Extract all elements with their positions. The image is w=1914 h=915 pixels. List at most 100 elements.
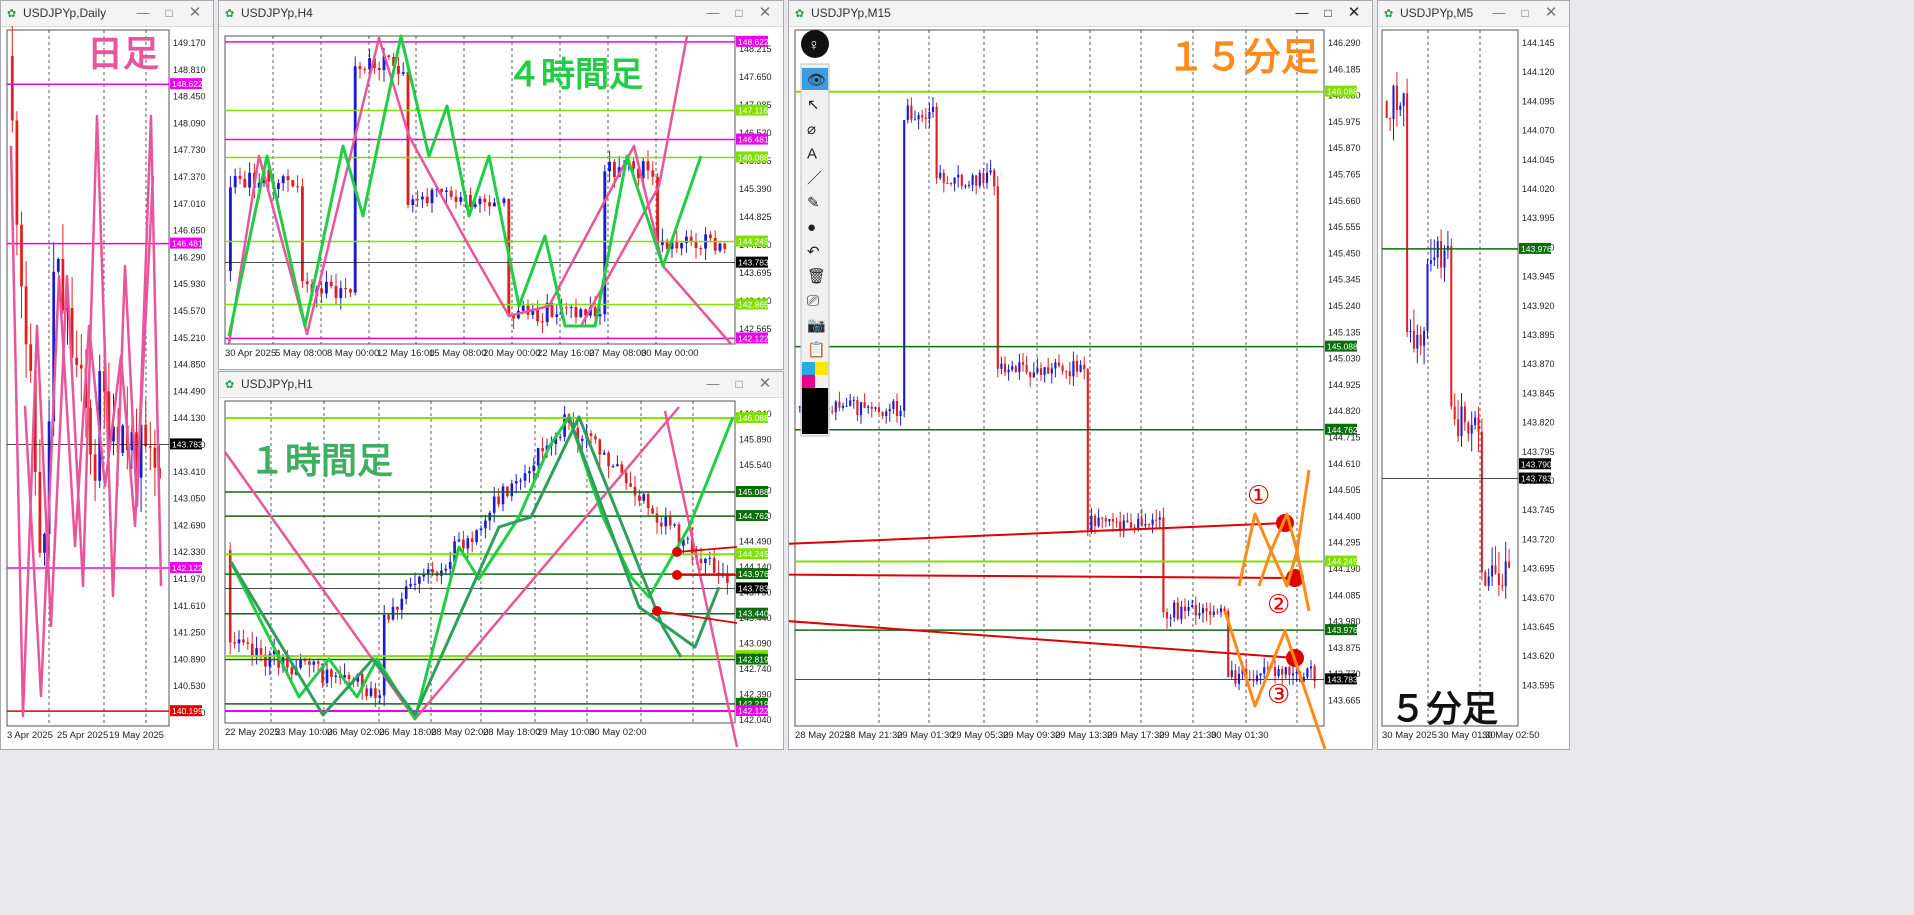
chart-window-icon: ✿ — [7, 8, 17, 20]
candle-body — [479, 528, 483, 531]
title-bar[interactable]: ✿ USDJPYp,Daily — □ ✕ — [1, 1, 213, 27]
window-h4[interactable]: ✿ USDJPYp,H4 — □ ✕ 148.215147.650147.085… — [218, 0, 784, 370]
price-label: 145.030 — [1328, 354, 1361, 364]
candle-body — [673, 524, 676, 526]
candle-body — [483, 198, 487, 203]
candle-body — [1115, 521, 1118, 523]
candle-body — [334, 286, 338, 298]
price-label: 148.810 — [173, 65, 206, 75]
candle-body — [555, 314, 559, 317]
time-label: 28 May 2025 — [795, 730, 850, 741]
candle-body — [305, 281, 309, 285]
color-swatch[interactable] — [815, 362, 828, 375]
candle-body — [1158, 517, 1161, 520]
chart-daily[interactable]: 149.170 148.810 148.450 148.090 147.730 147.3… — [1, 26, 213, 749]
hide-icon[interactable]: 👁 — [807, 72, 826, 89]
candle-body — [713, 238, 717, 251]
window-title: USDJPYp,M5 — [1400, 6, 1474, 20]
minimize-button[interactable]: — — [131, 3, 155, 23]
maximize-button[interactable]: □ — [727, 374, 751, 394]
chart-h1[interactable]: 146.240145.890145.540145.190144.840144.4… — [219, 397, 783, 749]
close-button[interactable]: ✕ — [1342, 3, 1366, 23]
title-bar[interactable]: ✿ USDJPYp,H4 — □ ✕ — [219, 1, 783, 27]
text-icon[interactable]: A — [807, 146, 817, 163]
line-icon[interactable]: ／ — [807, 170, 822, 187]
chart-h4[interactable]: 148.215147.650147.085146.520145.955145.3… — [219, 26, 783, 369]
trash-icon[interactable]: 🗑 — [807, 268, 826, 285]
maximize-button[interactable]: □ — [1513, 3, 1537, 23]
close-button[interactable]: ✕ — [753, 374, 777, 394]
minimize-button[interactable]: — — [701, 374, 725, 394]
window-m15[interactable]: ✿ USDJPYp,M15 — □ ✕ 146.290 146.185 146.08… — [788, 0, 1373, 750]
chart-m5[interactable]: 144.145 144.120 144.095 144.070 144.045 144.0… — [1378, 26, 1569, 749]
cursor-icon[interactable]: ↖ — [807, 97, 820, 114]
candle-body — [564, 307, 568, 309]
candle-body — [1216, 611, 1219, 613]
maximize-button[interactable]: □ — [157, 3, 181, 23]
price-label: 143.665 — [1328, 696, 1361, 706]
candle-body — [15, 120, 19, 225]
close-button[interactable]: ✕ — [1539, 3, 1563, 23]
window-m5[interactable]: ✿ USDJPYp,M5 — □ ✕ 144.145 144.120 144.095… — [1377, 0, 1570, 750]
color-swatch[interactable] — [802, 362, 815, 375]
candle-body — [957, 174, 960, 178]
price-label: 142.690 — [173, 520, 206, 530]
minimize-button[interactable]: — — [701, 3, 725, 23]
price-tag-label: 148.622 — [738, 37, 769, 47]
color-swatch[interactable] — [802, 375, 815, 388]
candle-body — [646, 161, 650, 171]
window-title: USDJPYp,Daily — [23, 6, 107, 20]
projector-icon[interactable]: ⎚ — [807, 293, 819, 310]
window-daily[interactable]: ✿ USDJPYp,Daily — □ ✕ 149.170 148.810 148.… — [0, 0, 214, 750]
candle-body — [1057, 362, 1061, 366]
undo-icon[interactable]: ↶ — [807, 244, 820, 261]
price-tag-label: 142.122 — [738, 706, 769, 716]
candle-body — [921, 115, 924, 118]
clipboard-icon[interactable]: 📋 — [807, 341, 826, 359]
candle-body — [1508, 561, 1511, 568]
candle-body — [885, 411, 888, 416]
eraser-icon[interactable]: ⌀ — [807, 121, 816, 138]
title-bar[interactable]: ✿ USDJPYp,M5 — □ ✕ — [1378, 1, 1569, 27]
time-label: 12 May 16:00 — [377, 348, 435, 359]
pen-icon[interactable]: ✎ — [807, 195, 820, 212]
price-label: 144.130 — [173, 413, 206, 423]
candle-body — [863, 402, 866, 408]
price-label: 144.825 — [739, 212, 772, 222]
candle-body — [411, 199, 415, 205]
close-button[interactable]: ✕ — [183, 3, 207, 23]
price-label: 148.450 — [173, 92, 206, 102]
candle-body — [454, 196, 458, 202]
price-tag-label: 146.088 — [1327, 87, 1358, 97]
candle-body — [664, 516, 668, 527]
close-button[interactable]: ✕ — [753, 3, 777, 23]
minimize-button[interactable]: — — [1290, 3, 1314, 23]
price-label: 140.530 — [173, 681, 206, 691]
maximize-button[interactable]: □ — [727, 3, 751, 23]
time-label: 25 Apr 2025 — [57, 730, 108, 741]
title-bar[interactable]: ✿ USDJPYp,M15 — □ ✕ — [789, 1, 1372, 27]
price-label: 143.995 — [1522, 213, 1555, 223]
price-label: 144.400 — [1328, 511, 1361, 521]
candle-body — [831, 411, 834, 413]
time-label: 15 May 08:00 — [429, 348, 487, 359]
dot-icon[interactable]: ● — [807, 219, 816, 236]
camera-icon[interactable]: 📷 — [807, 317, 826, 334]
title-bar[interactable]: ✿ USDJPYp,H1 — □ ✕ — [219, 372, 783, 398]
candle-body — [344, 288, 348, 290]
maximize-button[interactable]: □ — [1316, 3, 1340, 23]
candle-body — [856, 399, 859, 415]
candle-body — [449, 190, 453, 197]
chart-m15[interactable]: 146.290146.185146.080145.975145.870145.7… — [789, 26, 1372, 749]
candle-body — [906, 105, 909, 121]
drawing-toolbar[interactable]: ♀ 👁 ↖ ⌀ A ／ ✎ ● ↶ 🗑 ⎚ 📷 📋 — [800, 30, 830, 437]
candle-body — [521, 305, 525, 311]
candle-body — [1389, 117, 1392, 120]
candle-body — [478, 198, 482, 205]
candle-body — [1237, 673, 1241, 684]
candle-body — [1169, 617, 1172, 619]
color-swatch[interactable] — [802, 388, 828, 434]
window-h1[interactable]: ✿ USDJPYp,H1 — □ ✕ 146.240145.890145.540… — [218, 371, 784, 750]
minimize-button[interactable]: — — [1487, 3, 1511, 23]
candle-body — [488, 202, 492, 207]
